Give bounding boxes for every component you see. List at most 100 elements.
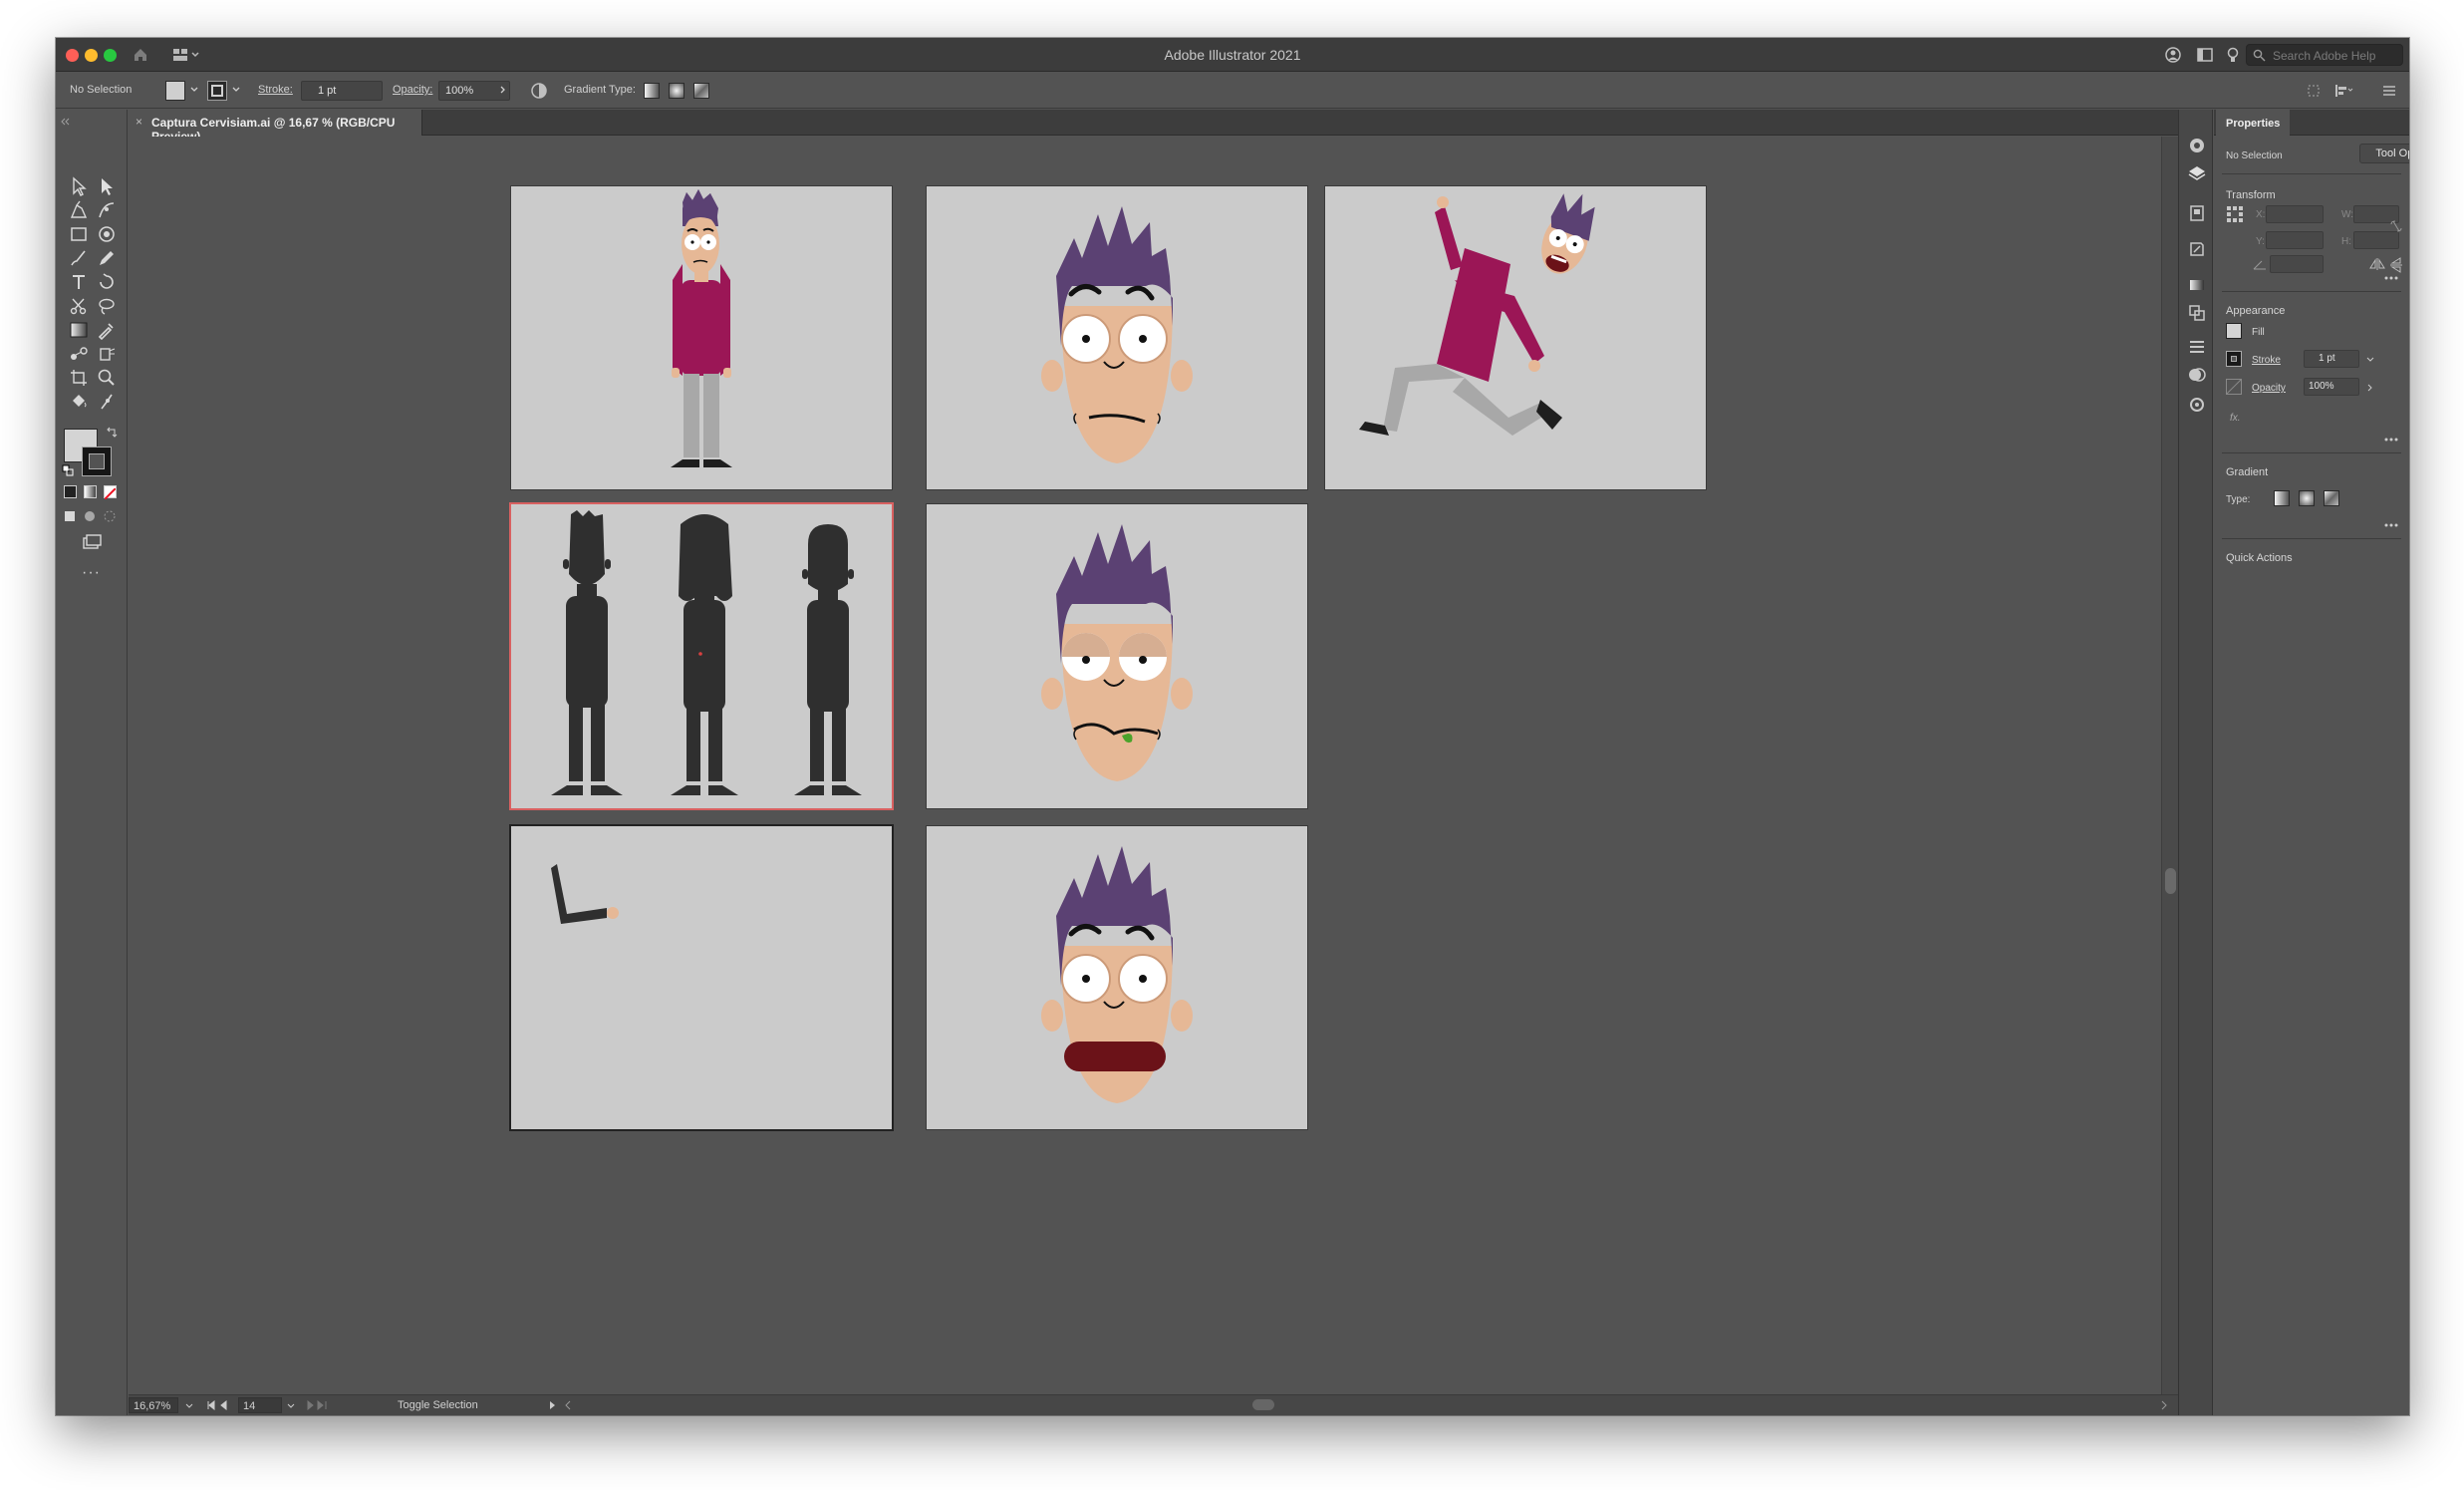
chevron-down-icon[interactable] bbox=[231, 85, 241, 95]
chevron-down-icon[interactable] bbox=[184, 1401, 194, 1411]
artboard-2[interactable] bbox=[926, 185, 1308, 490]
layers-icon[interactable] bbox=[2187, 163, 2207, 183]
chevron-down-icon[interactable] bbox=[189, 85, 199, 95]
symbol-sprayer-tool-icon[interactable] bbox=[96, 343, 118, 365]
paintbrush-tool-icon[interactable] bbox=[68, 247, 90, 269]
type-tool-icon[interactable] bbox=[68, 271, 90, 293]
canvas-area[interactable] bbox=[129, 137, 2161, 1394]
direct-selection-tool-icon[interactable] bbox=[96, 175, 118, 197]
chevron-right-icon[interactable] bbox=[2365, 383, 2375, 393]
close-tab-icon[interactable]: × bbox=[136, 115, 142, 129]
draw-normal-icon[interactable] bbox=[62, 508, 78, 524]
radial-gradient-button[interactable] bbox=[669, 83, 684, 99]
puppet-warp-tool-icon[interactable] bbox=[96, 391, 118, 413]
h-field[interactable] bbox=[2353, 231, 2399, 249]
gradient-tool-icon[interactable] bbox=[68, 319, 90, 341]
flip-vertical-icon[interactable] bbox=[2389, 257, 2403, 273]
linear-gradient-button[interactable] bbox=[644, 83, 660, 99]
arrange-documents-icon[interactable] bbox=[2196, 46, 2214, 64]
artboard-3[interactable] bbox=[1324, 185, 1707, 490]
freeform-gradient-button[interactable] bbox=[693, 83, 709, 99]
reference-point-icon[interactable] bbox=[2226, 205, 2244, 223]
align-icon[interactable] bbox=[2306, 83, 2322, 99]
stroke-label[interactable]: Stroke bbox=[2252, 355, 2281, 366]
swap-fill-stroke-icon[interactable] bbox=[106, 427, 118, 439]
gradient-panel-icon[interactable] bbox=[2187, 275, 2207, 295]
chevron-right-icon[interactable] bbox=[547, 1400, 557, 1410]
rotate-field[interactable] bbox=[2270, 255, 2324, 273]
asset-export-icon[interactable] bbox=[2187, 239, 2207, 259]
live-paint-bucket-icon[interactable] bbox=[68, 391, 90, 413]
lightbulb-icon[interactable] bbox=[2224, 46, 2242, 64]
artboard-5[interactable] bbox=[926, 503, 1308, 809]
cc-libraries-icon[interactable] bbox=[2187, 395, 2207, 415]
freeform-gradient-button[interactable] bbox=[2324, 490, 2339, 506]
color-guide-icon[interactable] bbox=[2187, 136, 2207, 155]
stroke-swatch[interactable] bbox=[207, 81, 227, 101]
artboard-number-field[interactable]: 14 bbox=[238, 1397, 282, 1413]
vertical-scrollbar[interactable] bbox=[2161, 137, 2178, 1394]
opacity-field[interactable]: 100% bbox=[2304, 378, 2359, 396]
tab-properties[interactable]: Properties bbox=[2216, 110, 2291, 136]
recolor-artwork-icon[interactable] bbox=[530, 82, 548, 100]
linear-gradient-button[interactable] bbox=[2274, 490, 2290, 506]
horizontal-scroll-thumb[interactable] bbox=[1252, 1399, 1274, 1410]
draw-behind-icon[interactable] bbox=[82, 508, 98, 524]
stroke-panel-icon[interactable] bbox=[2187, 337, 2207, 357]
gradient-mode-button[interactable] bbox=[84, 485, 97, 498]
stroke-weight-field[interactable]: 1 pt bbox=[2304, 350, 2359, 368]
zoom-level-field[interactable]: 16,67% bbox=[129, 1397, 178, 1413]
chevron-right-icon[interactable] bbox=[498, 85, 508, 95]
collapse-panel-icon[interactable] bbox=[60, 118, 70, 126]
hamburger-menu-icon[interactable] bbox=[2381, 83, 2397, 99]
scroll-left-icon[interactable] bbox=[563, 1400, 573, 1410]
chevron-down-icon[interactable] bbox=[286, 1401, 296, 1411]
none-mode-button[interactable] bbox=[104, 485, 117, 500]
color-mode-button[interactable] bbox=[64, 485, 77, 498]
tool-options-button[interactable]: Tool Options bbox=[2359, 144, 2409, 163]
pathfinder-icon[interactable] bbox=[2187, 303, 2207, 323]
first-previous-artboard-icons[interactable] bbox=[206, 1400, 230, 1410]
scissors-tool-icon[interactable] bbox=[68, 295, 90, 317]
radial-gradient-button[interactable] bbox=[2299, 490, 2315, 506]
blend-tool-icon[interactable] bbox=[68, 343, 90, 365]
more-options-icon[interactable] bbox=[2383, 275, 2399, 281]
constrain-proportions-icon[interactable] bbox=[2389, 219, 2403, 233]
flip-horizontal-icon[interactable] bbox=[2369, 257, 2385, 271]
artboard-7[interactable] bbox=[926, 825, 1308, 1130]
fx-label[interactable]: fx. bbox=[2230, 413, 2241, 424]
selection-tool-icon[interactable] bbox=[68, 175, 90, 197]
appearance-panel-icon[interactable] bbox=[2187, 365, 2207, 385]
screen-mode-icon[interactable] bbox=[80, 532, 102, 554]
opacity-label[interactable]: Opacity bbox=[2252, 383, 2286, 394]
next-last-artboard-icons[interactable] bbox=[304, 1400, 328, 1410]
artboard-6[interactable] bbox=[509, 824, 894, 1131]
arrange-icon[interactable] bbox=[2333, 83, 2353, 99]
zoom-tool-icon[interactable] bbox=[96, 367, 118, 389]
eyedropper-tool-icon[interactable] bbox=[96, 319, 118, 341]
pencil-tool-icon[interactable] bbox=[96, 247, 118, 269]
shape-builder-tool-icon[interactable] bbox=[96, 223, 118, 245]
stroke-label[interactable]: Stroke: bbox=[258, 84, 293, 96]
user-account-icon[interactable] bbox=[2164, 46, 2182, 64]
edit-toolbar-icon[interactable]: ··· bbox=[82, 564, 101, 582]
more-options-icon[interactable] bbox=[2383, 437, 2399, 443]
libraries-icon[interactable] bbox=[2187, 203, 2207, 223]
curvature-tool-icon[interactable] bbox=[96, 199, 118, 221]
fill-swatch[interactable] bbox=[2226, 323, 2242, 339]
stroke-swatch[interactable] bbox=[2226, 351, 2242, 367]
draw-inside-icon[interactable] bbox=[102, 508, 118, 524]
vertical-scroll-thumb[interactable] bbox=[2165, 868, 2176, 894]
pen-tool-icon[interactable] bbox=[68, 199, 90, 221]
search-help-input[interactable]: Search Adobe Help bbox=[2246, 44, 2403, 66]
artboard-1[interactable] bbox=[510, 185, 893, 490]
chevron-down-icon[interactable] bbox=[2365, 355, 2375, 365]
opacity-label[interactable]: Opacity: bbox=[393, 84, 432, 96]
rotate-tool-icon[interactable] bbox=[96, 271, 118, 293]
rectangle-tool-icon[interactable] bbox=[68, 223, 90, 245]
lasso-tool-icon[interactable] bbox=[96, 295, 118, 317]
default-colors-icon[interactable] bbox=[62, 464, 74, 476]
stroke-color-box[interactable] bbox=[82, 447, 112, 476]
x-field[interactable] bbox=[2266, 205, 2324, 223]
more-options-icon[interactable] bbox=[2383, 522, 2399, 528]
